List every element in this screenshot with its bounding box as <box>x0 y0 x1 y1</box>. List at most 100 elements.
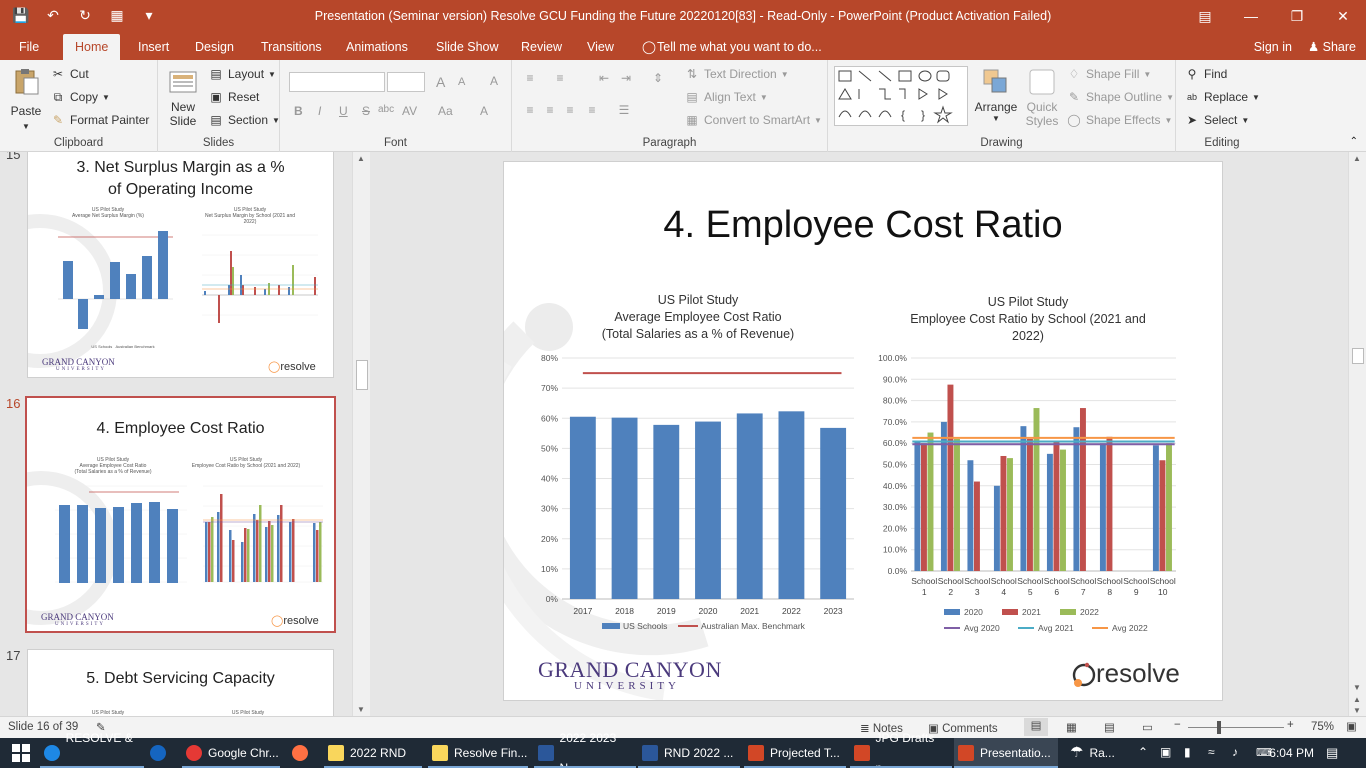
fit-to-window-icon[interactable]: ▣ <box>1346 719 1357 733</box>
restore-button[interactable]: ❐ <box>1274 0 1320 32</box>
chart-title[interactable]: US Pilot Study Average Employee Cost Rat… <box>578 292 818 343</box>
align-center-button[interactable]: ≡ <box>542 102 558 118</box>
taskbar-item-active[interactable]: Presentatio... <box>954 738 1058 768</box>
employee-cost-ratio-chart[interactable]: 0% 10% 20% 30% 40% 50% 60% 70% 80% 2017 2018 2019 20… <box>524 347 854 647</box>
tell-me-search[interactable]: ◯ Tell me what you want to do... <box>642 34 822 60</box>
next-slide-icon[interactable]: ▼ <box>1353 706 1361 715</box>
taskbar-item[interactable]: Resolve Fin... <box>428 738 528 768</box>
slide-thumbnail-17[interactable]: 5. Debt Servicing Capacity US Pilot Stud… <box>27 649 334 716</box>
taskbar-item[interactable]: RND 2022 ... <box>638 738 740 768</box>
zoom-slider[interactable] <box>1188 727 1284 728</box>
font-name-combo[interactable] <box>289 72 385 92</box>
shape-fill-button[interactable]: ♢ Shape Fill ▼ <box>1066 66 1152 82</box>
character-spacing-button[interactable]: AV <box>402 104 417 118</box>
copy-button[interactable]: ⧉ Copy ▼ <box>50 89 110 105</box>
tab-transitions[interactable]: Transitions <box>261 34 322 60</box>
font-color-button[interactable]: A <box>480 104 488 118</box>
align-text-button[interactable]: ▤ Align Text ▼ <box>684 89 767 105</box>
action-center-icon[interactable]: ▣ <box>1160 745 1171 759</box>
cut-button[interactable]: ✂ Cut <box>50 66 89 82</box>
slide-thumbnails-pane[interactable]: 15 3. Net Surplus Margin as a % of Opera… <box>0 152 370 716</box>
school-cost-ratio-chart[interactable]: 0.0% 10.0% 20.0% 30.0% 40.0% 50.0% 60.0% 70.0% 8… <box>866 347 1186 647</box>
align-right-button[interactable]: ≡ <box>562 102 578 118</box>
zoom-slider-thumb[interactable] <box>1217 721 1221 734</box>
select-button[interactable]: ➤ Select ▼ <box>1184 112 1249 128</box>
reset-button[interactable]: ▣ Reset <box>208 89 259 105</box>
reading-view-button[interactable]: ▤ <box>1104 720 1115 734</box>
minimize-button[interactable]: — <box>1228 0 1274 32</box>
find-button[interactable]: ⚲ Find <box>1184 66 1228 82</box>
scroll-down-icon[interactable]: ▼ <box>357 705 365 714</box>
show-hidden-icons[interactable]: ⌃ <box>1138 745 1148 759</box>
thumbnails-scrollbar[interactable]: ▲ ▼ <box>352 152 370 716</box>
change-case-button[interactable]: Aa <box>438 104 453 118</box>
new-slide-button[interactable]: New Slide <box>166 66 200 128</box>
collapse-ribbon-icon[interactable]: ⌃ <box>1350 136 1358 147</box>
text-direction-button[interactable]: ⇅ Text Direction ▼ <box>684 66 789 82</box>
tab-insert[interactable]: Insert <box>138 34 169 60</box>
scroll-up-icon[interactable]: ▲ <box>1353 154 1361 163</box>
shape-outline-button[interactable]: ✎ Shape Outline ▼ <box>1066 89 1174 105</box>
chart-title[interactable]: US Pilot Study Employee Cost Ratio by Sc… <box>906 294 1150 345</box>
underline-button[interactable]: U <box>339 104 348 118</box>
slide-show-button[interactable]: ▭ <box>1142 720 1153 734</box>
share-button[interactable]: ♟ Share <box>1308 34 1356 60</box>
decrease-indent-button[interactable]: ⇤ <box>596 70 612 86</box>
shrink-font-button[interactable]: A <box>458 76 465 88</box>
shapes-gallery[interactable]: {} <box>834 66 968 126</box>
slide-thumbnail-15[interactable]: 3. Net Surplus Margin as a % of Operatin… <box>27 152 334 378</box>
sign-in-link[interactable]: Sign in <box>1254 34 1292 60</box>
tab-home[interactable]: Home <box>63 34 121 60</box>
slide-scrollbar[interactable]: ▲ ▼ ▲ ▼ <box>1348 152 1366 716</box>
justify-button[interactable]: ≡ <box>584 102 600 118</box>
weather-widget[interactable]: ☂ Ra... <box>1066 738 1130 768</box>
zoom-level[interactable]: 75% <box>1311 721 1334 733</box>
close-button[interactable]: ✕ <box>1320 0 1366 32</box>
strikethrough-button[interactable]: S <box>362 104 370 118</box>
notifications-icon[interactable]: ▤ <box>1326 745 1338 761</box>
line-spacing-button[interactable]: ⇕ <box>650 70 666 86</box>
grow-font-button[interactable]: A <box>436 74 445 90</box>
slide-sorter-button[interactable]: ▦ <box>1066 720 1077 734</box>
replace-button[interactable]: ab Replace ▼ <box>1184 89 1260 105</box>
bold-button[interactable]: B <box>294 104 303 118</box>
tab-design[interactable]: Design <box>195 34 234 60</box>
tab-view[interactable]: View <box>587 34 614 60</box>
quick-styles-button[interactable]: Quick Styles <box>1022 66 1062 128</box>
arrange-button[interactable]: Arrange ▼ <box>975 66 1017 123</box>
battery-icon[interactable]: ▮ <box>1184 745 1191 759</box>
zoom-in-button[interactable]: + <box>1287 719 1294 731</box>
layout-button[interactable]: ▤ Layout ▼ <box>208 66 276 82</box>
normal-view-button[interactable]: ▤ <box>1024 718 1048 736</box>
section-button[interactable]: ▤ Section ▼ <box>208 112 280 128</box>
shape-effects-button[interactable]: ◯ Shape Effects ▼ <box>1066 112 1172 128</box>
tab-review[interactable]: Review <box>521 34 562 60</box>
scroll-up-icon[interactable]: ▲ <box>357 154 365 163</box>
tab-file[interactable]: File <box>19 34 39 60</box>
taskbar-item[interactable]: Google Chr... <box>182 738 280 768</box>
text-shadow-button[interactable]: abc <box>378 104 394 115</box>
paste-button[interactable]: Paste ▼ <box>8 66 44 131</box>
scroll-down-icon[interactable]: ▼ <box>1353 683 1361 692</box>
slide-title[interactable]: 4. Employee Cost Ratio <box>504 204 1222 247</box>
taskbar-item[interactable]: 2022 2023 N... <box>534 731 636 768</box>
scrollbar-thumb[interactable] <box>1352 348 1364 364</box>
current-slide[interactable]: 4. Employee Cost Ratio US Pilot Study Av… <box>503 161 1223 701</box>
font-size-combo[interactable] <box>387 72 425 92</box>
network-icon[interactable]: ≈ <box>1208 745 1215 759</box>
taskbar-item[interactable]: JPG Drafts p... <box>850 731 952 768</box>
increase-indent-button[interactable]: ⇥ <box>618 70 634 86</box>
columns-button[interactable]: ☰ <box>616 102 632 118</box>
clear-formatting-button[interactable]: A <box>490 74 498 88</box>
bullets-button[interactable]: ≡ <box>522 70 538 86</box>
taskbar-item[interactable]: Projected T... <box>744 738 846 768</box>
taskbar-item[interactable]: 2022 RND <box>324 738 422 768</box>
volume-icon[interactable]: ♪ <box>1232 745 1238 759</box>
previous-slide-icon[interactable]: ▲ <box>1353 695 1361 704</box>
align-left-button[interactable]: ≡ <box>522 102 538 118</box>
tab-slideshow[interactable]: Slide Show <box>436 34 499 60</box>
convert-to-smartart-button[interactable]: ▦ Convert to SmartArt ▼ <box>684 112 822 128</box>
zoom-out-button[interactable]: − <box>1174 719 1181 731</box>
scrollbar-thumb[interactable] <box>356 360 368 390</box>
taskbar-item[interactable]: RESOLVE & ... <box>40 731 144 768</box>
